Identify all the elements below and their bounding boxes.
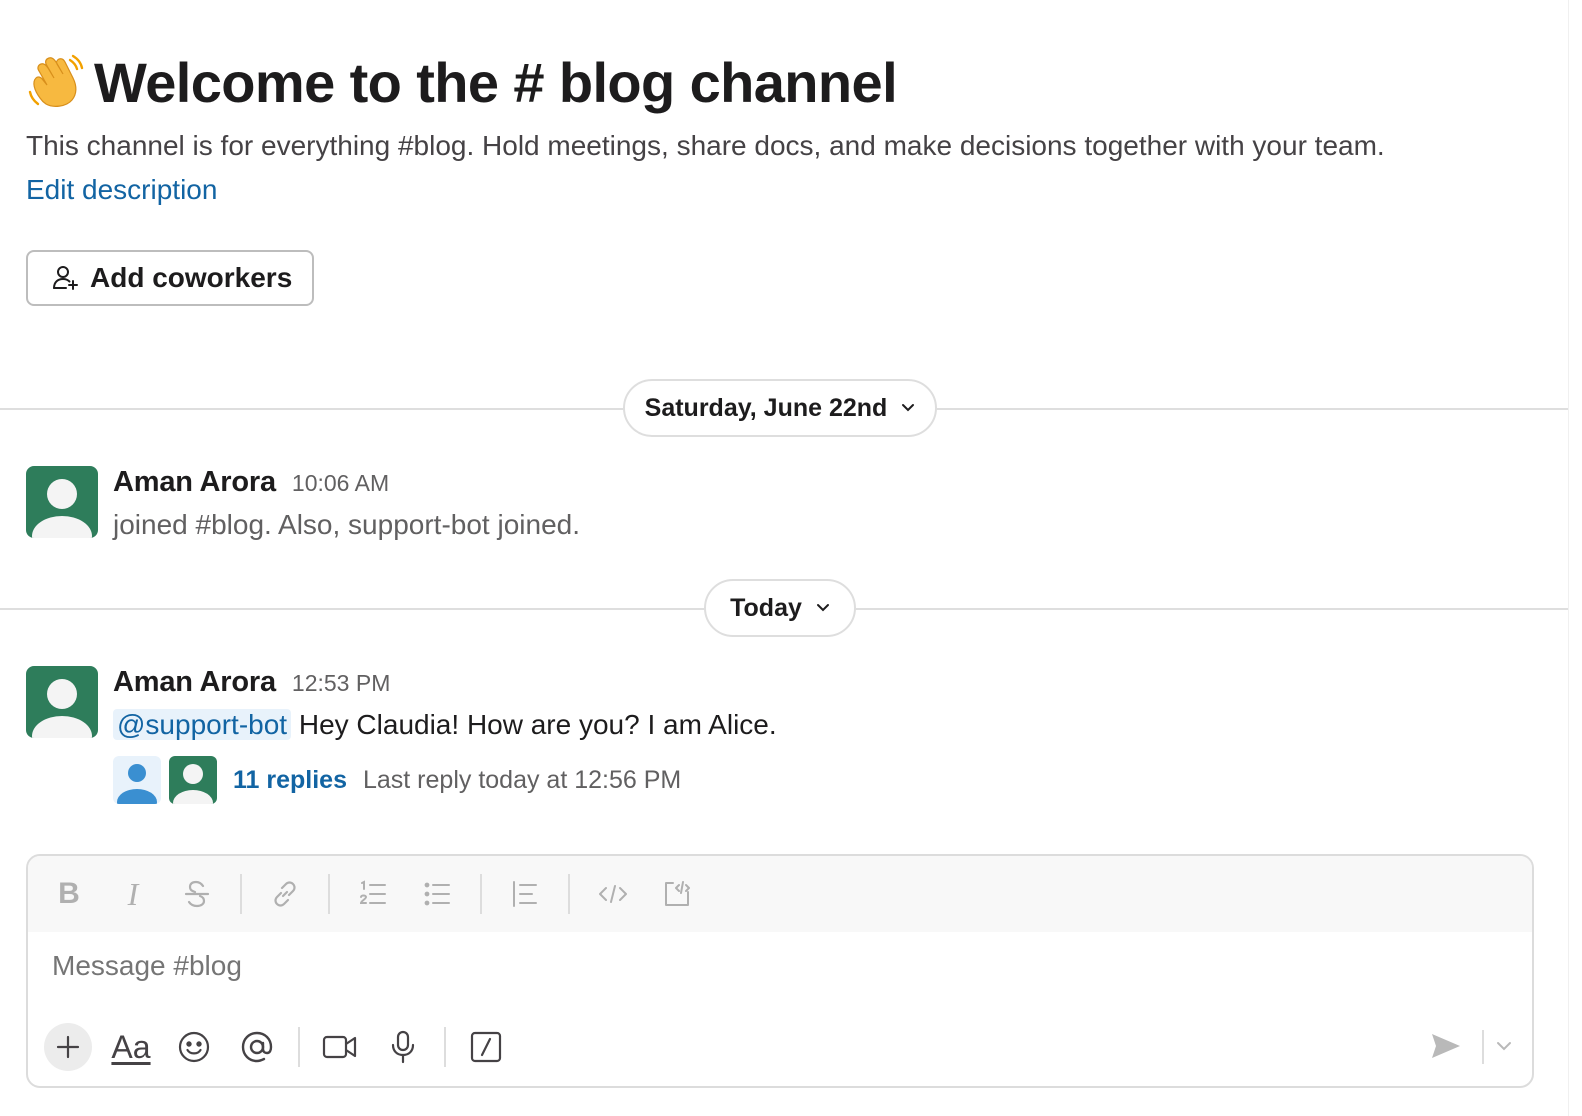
message-author[interactable]: Aman Arora xyxy=(113,666,276,699)
link-icon[interactable] xyxy=(264,873,306,915)
emoji-icon[interactable] xyxy=(170,1023,218,1071)
blockquote-icon[interactable] xyxy=(504,873,546,915)
avatar[interactable] xyxy=(26,466,98,538)
thread-participant-avatar xyxy=(169,756,217,804)
date-label: Today xyxy=(730,593,802,622)
message-timestamp[interactable]: 12:53 PM xyxy=(292,670,390,697)
italic-icon[interactable]: I xyxy=(112,873,154,915)
ordered-list-icon[interactable] xyxy=(352,873,394,915)
channel-title: Welcome to the # blog channel xyxy=(94,51,898,114)
toolbar-divider xyxy=(480,874,482,914)
chevron-down-icon[interactable] xyxy=(1486,1022,1522,1070)
message-timestamp[interactable]: 10:06 AM xyxy=(292,470,389,497)
message-header: Aman Arora 12:53 PM xyxy=(113,666,390,700)
thread-summary[interactable]: 11 replies Last reply today at 12:56 PM xyxy=(113,756,681,804)
scrollbar-track[interactable] xyxy=(1568,0,1582,1116)
edit-description-link[interactable]: Edit description xyxy=(26,170,217,210)
date-divider-today[interactable]: Today xyxy=(704,579,856,637)
chevron-down-icon xyxy=(902,404,915,412)
composer-actions: Aa xyxy=(44,1022,1524,1072)
plus-icon[interactable] xyxy=(44,1023,92,1071)
chevron-down-icon xyxy=(816,604,829,612)
avatar[interactable] xyxy=(26,666,98,738)
thread-replies-link[interactable]: 11 replies xyxy=(233,766,347,795)
message-header: Aman Arora 10:06 AM xyxy=(113,466,389,500)
date-divider-saturday[interactable]: Saturday, June 22nd xyxy=(623,379,937,437)
channel-description: This channel is for everything #blog. Ho… xyxy=(26,130,1385,161)
video-camera-icon[interactable] xyxy=(316,1023,364,1071)
message-content: Hey Claudia! How are you? I am Alice. xyxy=(298,709,777,740)
message-item[interactable]: Aman Arora 10:06 AM joined #blog. Also, … xyxy=(26,466,1526,546)
bulleted-list-icon[interactable] xyxy=(416,873,458,915)
strikethrough-icon[interactable] xyxy=(176,873,218,915)
user-mention[interactable]: @support-bot xyxy=(113,709,292,740)
add-person-icon xyxy=(53,266,78,290)
add-coworkers-label: Add coworkers xyxy=(90,262,293,293)
thread-last-reply: Last reply today at 12:56 PM xyxy=(362,765,682,794)
message-input[interactable] xyxy=(52,950,1452,982)
waving-hand-icon xyxy=(26,54,84,112)
toolbar-divider xyxy=(1482,1030,1484,1064)
toolbar-divider xyxy=(240,874,242,914)
message-author[interactable]: Aman Arora xyxy=(113,466,276,499)
formatting-toolbar: B I xyxy=(28,856,1532,932)
toolbar-divider xyxy=(298,1027,300,1067)
code-icon[interactable] xyxy=(592,873,634,915)
message-item[interactable]: Aman Arora 12:53 PM @support-bot Hey Cla… xyxy=(26,666,1526,816)
date-label: Saturday, June 22nd xyxy=(644,393,888,422)
microphone-icon[interactable] xyxy=(379,1023,427,1071)
toolbar-divider xyxy=(568,874,570,914)
code-block-icon[interactable] xyxy=(656,873,698,915)
channel-intro: Welcome to the # blog channel This chann… xyxy=(26,50,1526,306)
channel-intro-title: Welcome to the # blog channel xyxy=(26,50,1526,116)
mention-icon[interactable] xyxy=(233,1023,281,1071)
bold-icon[interactable]: B xyxy=(48,873,90,915)
message-composer[interactable]: B I Aa xyxy=(26,854,1534,1088)
send-icon[interactable] xyxy=(1422,1022,1470,1070)
message-text: @support-bot Hey Claudia! How are you? I… xyxy=(113,706,777,744)
slash-command-icon[interactable] xyxy=(462,1023,510,1071)
add-coworkers-button[interactable]: Add coworkers xyxy=(26,250,314,306)
message-text: joined #blog. Also, support-bot joined. xyxy=(113,509,580,540)
toolbar-divider xyxy=(444,1027,446,1067)
thread-participant-avatar xyxy=(113,756,161,804)
toolbar-divider xyxy=(328,874,330,914)
text-format-icon[interactable]: Aa xyxy=(107,1023,155,1071)
